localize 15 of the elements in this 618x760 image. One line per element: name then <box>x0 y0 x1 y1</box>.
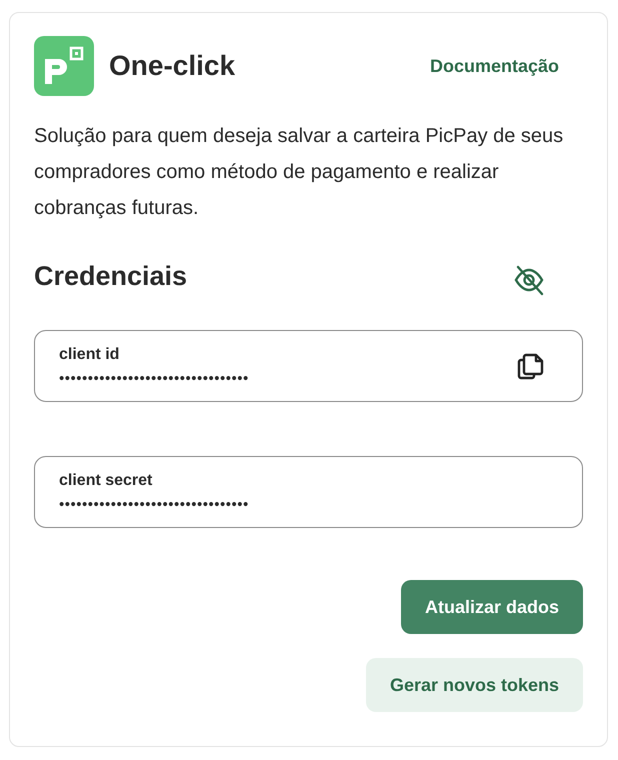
masked-value: ••••••••••••••••••••••••••••••••• <box>59 496 249 512</box>
logo-icon <box>34 36 94 96</box>
description-text: Solução para quem deseja salvar a carteira PicPay de seus compradores como método de pagamento e realizar cobranças futuras. <box>34 124 564 221</box>
copy-icon[interactable] <box>516 351 546 381</box>
credential-field[interactable]: client secret ••••••••••••••••••••••••••••••••• <box>34 456 583 528</box>
section-title: Credenciais <box>34 260 188 292</box>
card-title: One-click <box>109 50 236 82</box>
documentation-link[interactable]: Documentação <box>430 56 559 76</box>
field-label: client id <box>59 346 120 364</box>
generate-tokens-button[interactable]: Gerar novos tokens <box>366 658 583 712</box>
update-button[interactable]: Atualizar dados <box>400 580 583 634</box>
masked-value: ••••••••••••••••••••••••••••••••• <box>59 370 249 386</box>
credential-field[interactable]: client id ••••••••••••••••••••••••••••••••• <box>34 330 583 402</box>
eye-slash-icon[interactable] <box>513 264 545 296</box>
field-label: client secret <box>59 472 154 490</box>
